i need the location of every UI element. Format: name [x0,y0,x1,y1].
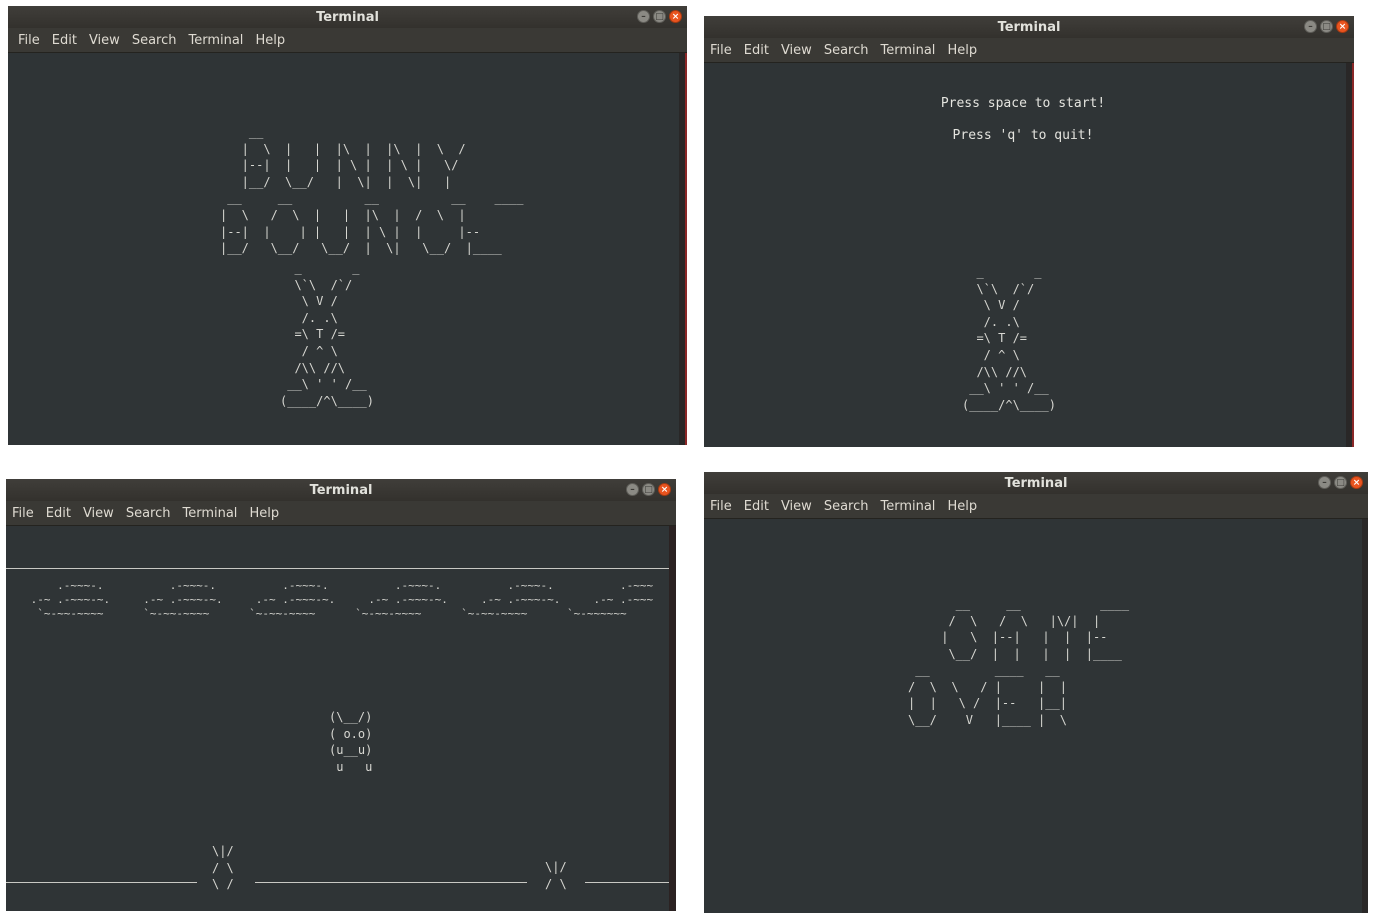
menu-help[interactable]: Help [941,43,983,58]
menu-terminal[interactable]: Terminal [874,499,941,514]
menubar: File Edit View Search Terminal Help [704,38,1354,63]
ground-line [585,882,669,883]
scrollbar-edge [685,53,687,445]
terminal-window-game-screen: Terminal – □ × File Edit View Search Ter… [6,479,676,911]
maximize-icon[interactable]: □ [1320,20,1333,33]
minimize-icon[interactable]: – [637,10,650,23]
terminal-window-title-screen: Terminal – □ × File Edit View Search Ter… [8,6,687,445]
window-controls: – □ × [637,10,682,23]
menu-help[interactable]: Help [941,499,983,514]
scrollbar[interactable] [669,526,676,911]
menu-view[interactable]: View [775,499,818,514]
menubar: File Edit View Search Terminal Help [704,494,1368,519]
spike-obstacle: \|/ / \ [545,860,567,891]
close-icon[interactable]: × [658,483,671,496]
menu-terminal[interactable]: Terminal [182,33,249,48]
window-titlebar[interactable]: Terminal [704,472,1368,494]
window-title: Terminal [997,19,1061,35]
clouds-art: .-~~~-. .-~~~-. .-~~~-. .-~~~-. .-~~~-. … [30,579,654,620]
bunny-art: (\__/) ( o.o) (u__u) u u [329,710,373,774]
terminal-window-game-over: Terminal – □ × File Edit View Search Ter… [704,472,1368,913]
maximize-icon[interactable]: □ [642,483,655,496]
menu-terminal[interactable]: Terminal [176,506,243,521]
maximize-icon[interactable]: □ [653,10,666,23]
menu-file[interactable]: File [6,506,40,521]
window-titlebar[interactable]: Terminal [6,479,676,501]
minimize-icon[interactable]: – [1318,476,1331,489]
window-title: Terminal [309,482,373,498]
window-controls: – □ × [1304,20,1349,33]
menubar: File Edit View Search Terminal Help [8,28,687,53]
close-icon[interactable]: × [1350,476,1363,489]
menu-edit[interactable]: Edit [738,499,775,514]
maximize-icon[interactable]: □ [1334,476,1347,489]
scrollbar-edge [1352,63,1354,447]
spike-obstacle: \|/ / \ \ / [212,844,234,892]
menu-file[interactable]: File [704,43,738,58]
close-icon[interactable]: × [1336,20,1349,33]
menu-file[interactable]: File [704,499,738,514]
menu-file[interactable]: File [12,33,46,48]
menu-terminal[interactable]: Terminal [874,43,941,58]
window-controls: – □ × [626,483,671,496]
ceiling-line [6,568,669,569]
menu-edit[interactable]: Edit [46,33,83,48]
minimize-icon[interactable]: – [1304,20,1317,33]
ground-line [6,882,197,883]
window-title: Terminal [316,9,379,25]
scrollbar[interactable] [1362,519,1368,913]
menu-search[interactable]: Search [126,33,183,48]
close-icon[interactable]: × [669,10,682,23]
window-title: Terminal [1004,475,1068,491]
bunny-art: _ _ \`\ /`/ \ V / /. .\ =\ T /= / ^ \ /\… [280,261,374,408]
menu-search[interactable]: Search [818,43,875,58]
window-titlebar[interactable]: Terminal [8,6,687,28]
menu-edit[interactable]: Edit [738,43,775,58]
menubar: File Edit View Search Terminal Help [6,501,676,526]
ground-line [255,882,527,883]
menu-view[interactable]: View [77,506,120,521]
window-titlebar[interactable]: Terminal [704,16,1354,38]
menu-edit[interactable]: Edit [40,506,77,521]
bunny-bounce-title-art: __ | \ | | |\ | |\ | \ / |--| | | | \ | … [220,125,524,256]
menu-search[interactable]: Search [818,499,875,514]
menu-view[interactable]: View [775,43,818,58]
menu-search[interactable]: Search [120,506,177,521]
terminal-window-start-screen: Terminal – □ × File Edit View Search Ter… [704,16,1354,447]
quit-prompt: Press 'q' to quit! [952,128,1094,143]
menu-help[interactable]: Help [243,506,285,521]
menu-view[interactable]: View [83,33,126,48]
game-over-art-game: __ __ ____ / \ / \ |\/| | | \ |--| | | |… [941,597,1130,661]
bunny-art: _ _ \`\ /`/ \ V / /. .\ =\ T /= / ^ \ /\… [962,265,1056,412]
menu-help[interactable]: Help [249,33,291,48]
minimize-icon[interactable]: – [626,483,639,496]
game-over-art-over: __ ____ __ / \ \ / | | | | | \ / |-- |__… [908,663,1067,727]
start-prompt: Press space to start! [940,96,1106,111]
window-controls: – □ × [1318,476,1363,489]
